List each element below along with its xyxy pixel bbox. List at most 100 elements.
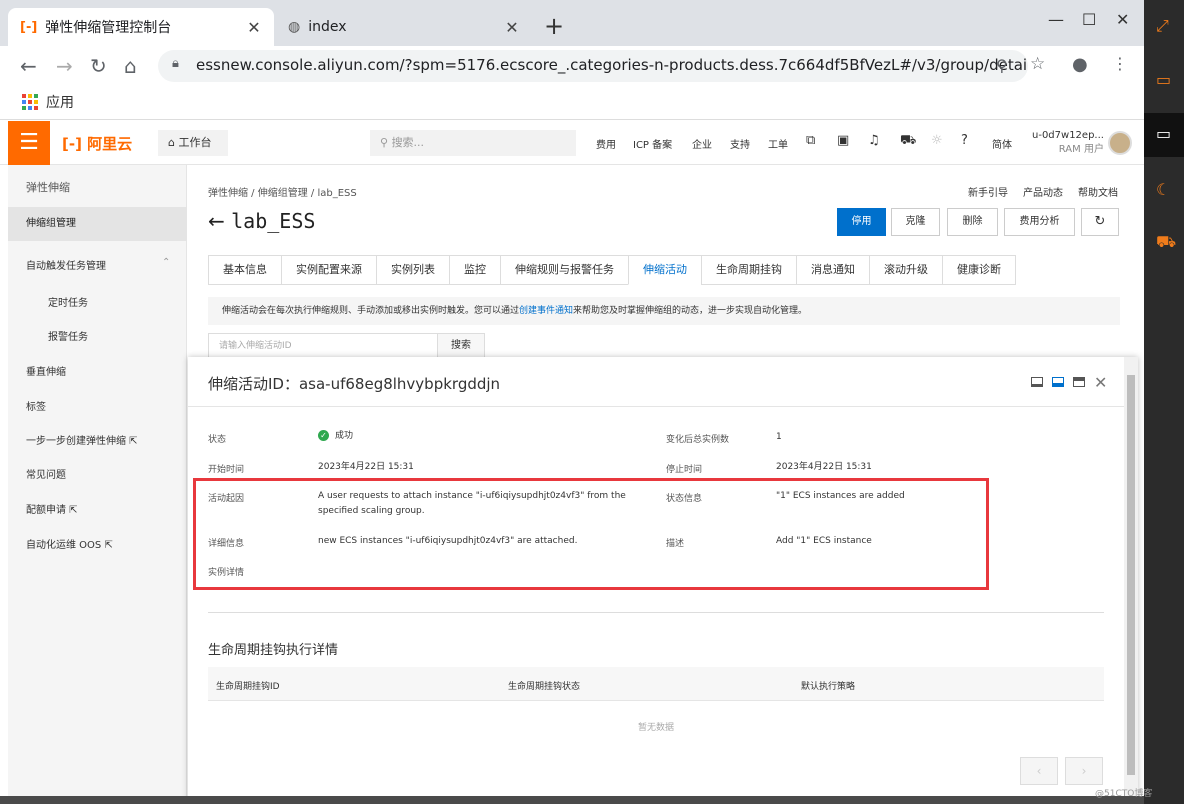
moon-icon[interactable]: ☾ [1156, 180, 1170, 199]
nav-ticket[interactable]: 工单 [768, 136, 788, 151]
apps-grid-icon[interactable] [22, 94, 38, 110]
language-switch[interactable]: 简体 [992, 136, 1012, 151]
lightbulb-icon[interactable]: ☼ [931, 133, 943, 148]
link-product-news[interactable]: 产品动态 [1023, 184, 1063, 199]
workbench-button[interactable]: ⌂ 工作台 [158, 130, 228, 156]
nav-fees[interactable]: 费用 [596, 136, 616, 151]
clone-button[interactable]: 克隆 [891, 208, 940, 236]
page-title: ← lab_ESS [208, 209, 315, 233]
close-tab-icon[interactable]: ✕ [504, 18, 520, 37]
nav-support[interactable]: 支持 [730, 136, 750, 151]
address-bar: ← → ↻ ⌂ 🔒︎ essnew.console.aliyun.com/?sp… [0, 46, 1144, 86]
maximize-icon[interactable]: ☐ [1082, 10, 1096, 29]
search-placeholder: 搜索... [391, 136, 425, 149]
zoom-icon[interactable]: ⚲ [996, 56, 1008, 75]
cart-icon[interactable]: ⛟ [900, 133, 916, 150]
breadcrumb[interactable]: 弹性伸缩 / 伸缩组管理 / lab_ESS [208, 184, 357, 199]
nav-icp[interactable]: ICP 备案 [633, 136, 672, 151]
refresh-icon[interactable]: ↻ [1081, 208, 1119, 236]
activity-id-search-input[interactable]: 请输入伸缩活动ID [208, 333, 438, 359]
sidebar-item-oos[interactable]: 自动化运维 OOS ⇱ [8, 536, 187, 551]
aliyun-favicon-icon: [-] [20, 19, 38, 35]
dock-half-icon[interactable] [1052, 377, 1064, 387]
sidebar-item-auto-tasks[interactable]: 自动触发任务管理 ⌃ [8, 257, 187, 272]
sidebar-item-step-by-step[interactable]: 一步一步创建弹性伸缩 ⇱ [8, 432, 187, 447]
notice-text-end: 来帮助您及时掌握伸缩组的动态，进一步实现自动化管理。 [573, 306, 808, 316]
browser-tab-index[interactable]: ◍ index ✕ [276, 8, 532, 46]
notice-text: 伸缩活动会在每次执行伸缩规则、手动添加或移出实例时触发。您可以通过 [222, 306, 520, 316]
cloudshell-icon[interactable]: ⧉ [806, 133, 815, 148]
logo-text: 阿里云 [87, 135, 133, 153]
tab-scaling-activities[interactable]: 伸缩活动 [628, 255, 702, 285]
minimize-icon[interactable]: — [1048, 10, 1064, 29]
browser-tab-console[interactable]: [-] 弹性伸缩管理控制台 ✕ [8, 8, 274, 46]
delete-button[interactable]: 删除 [947, 208, 998, 236]
tab-monitoring[interactable]: 监控 [449, 255, 501, 285]
tab-lifecycle-hooks[interactable]: 生命周期挂钩 [701, 255, 797, 285]
lifecycle-table-header: 生命周期挂钩ID 生命周期挂钩状态 默认执行策略 [208, 667, 1104, 701]
bookmarks-bar: 应用 [0, 86, 1144, 120]
sidebar-item-alarm-tasks[interactable]: 报警任务 [8, 328, 187, 343]
sidebar-item-tags[interactable]: 标签 [8, 398, 187, 413]
scrollbar[interactable] [1124, 357, 1138, 804]
avatar[interactable] [1108, 131, 1132, 155]
scrollbar-thumb[interactable] [1127, 375, 1135, 775]
cost-analysis-button[interactable]: 费用分析 [1004, 208, 1075, 236]
tab-notifications[interactable]: 消息通知 [796, 255, 870, 285]
close-icon[interactable]: ✕ [1094, 373, 1107, 392]
bell-icon[interactable]: ♫ [868, 133, 880, 148]
close-tab-icon[interactable]: ✕ [246, 18, 262, 37]
device-icon[interactable]: ⛟ [1156, 232, 1176, 253]
link-beginner-guide[interactable]: 新手引导 [968, 184, 1008, 199]
tab-rolling-update[interactable]: 滚动升级 [869, 255, 943, 285]
monitor-icon[interactable]: ▭ [1156, 124, 1171, 143]
menu-dots-icon[interactable]: ⋮ [1112, 54, 1128, 73]
close-window-icon[interactable]: ✕ [1116, 10, 1129, 29]
tab-config-source[interactable]: 实例配置来源 [281, 255, 377, 285]
logo-mark-icon: [-] [62, 135, 82, 153]
console-search-input[interactable]: ⚲ 搜索... [370, 130, 576, 156]
sidebar-item-scheduled-tasks[interactable]: 定时任务 [8, 294, 187, 309]
back-icon[interactable]: ← [20, 54, 37, 78]
tab-rules-alarms[interactable]: 伸缩规则与报警任务 [500, 255, 629, 285]
sidebar: 弹性伸缩 伸缩组管理 自动触发任务管理 ⌃ 定时任务 报警任务 垂直伸缩 标签 一… [8, 165, 187, 804]
help-icon[interactable]: ? [961, 133, 968, 148]
profile-icon[interactable]: ● [1072, 54, 1088, 75]
nav-enterprise[interactable]: 企业 [692, 136, 712, 151]
reload-icon[interactable]: ↻ [90, 54, 107, 78]
sidebar-item-quota[interactable]: 配额申请 ⇱ [8, 501, 187, 516]
bookmark-star-icon[interactable]: ☆ [1030, 54, 1045, 74]
apps-label[interactable]: 应用 [46, 92, 74, 112]
url-field[interactable]: 🔒︎ essnew.console.aliyun.com/?spm=5176.e… [158, 50, 1028, 82]
watermark: @51CTO博客 [1095, 789, 1153, 799]
search-button[interactable]: 搜索 [437, 333, 485, 359]
disable-button[interactable]: 停用 [837, 208, 886, 236]
tab-instance-list[interactable]: 实例列表 [376, 255, 450, 285]
dock-full-icon[interactable] [1073, 377, 1085, 387]
image-icon[interactable]: ▣ [837, 133, 849, 148]
aliyun-logo[interactable]: [-] 阿里云 [62, 133, 132, 154]
tab-title: 弹性伸缩管理控制台 [45, 20, 172, 36]
back-arrow-icon[interactable]: ← [208, 209, 231, 233]
sidebar-item-group-management[interactable]: 伸缩组管理 [8, 207, 187, 241]
sidebar-item-faq[interactable]: 常见问题 [8, 466, 187, 481]
tab-basic-info[interactable]: 基本信息 [208, 255, 282, 285]
fullscreen-icon[interactable]: ⤢ [1156, 16, 1169, 36]
create-event-notification-link[interactable]: 创建事件通知 [519, 306, 573, 316]
chevron-up-icon: ⌃ [162, 257, 171, 268]
next-page-icon[interactable]: › [1065, 757, 1103, 785]
hamburger-menu-icon[interactable]: ☰ [8, 121, 50, 165]
user-account[interactable]: u-0d7w12ep... RAM 用户 [1032, 129, 1104, 157]
home-icon[interactable]: ⌂ [124, 54, 137, 78]
console-topbar: ☰ [-] 阿里云 ⌂ 工作台 ⚲ 搜索... 费用 ICP 备案 企业 支持 … [0, 121, 1144, 165]
forward-icon[interactable]: → [56, 54, 73, 78]
lifecycle-section-title: 生命周期挂钩执行详情 [208, 643, 339, 658]
tab-health-diagnosis[interactable]: 健康诊断 [942, 255, 1016, 285]
sidebar-item-vertical-scaling[interactable]: 垂直伸缩 [8, 363, 187, 378]
link-help-docs[interactable]: 帮助文档 [1078, 184, 1118, 199]
dock-bottom-icon[interactable] [1031, 377, 1043, 387]
terminal-icon[interactable]: ▭ [1156, 70, 1171, 89]
taskbar [0, 796, 1144, 804]
prev-page-icon[interactable]: ‹ [1020, 757, 1058, 785]
new-tab-icon[interactable]: + [544, 12, 564, 40]
